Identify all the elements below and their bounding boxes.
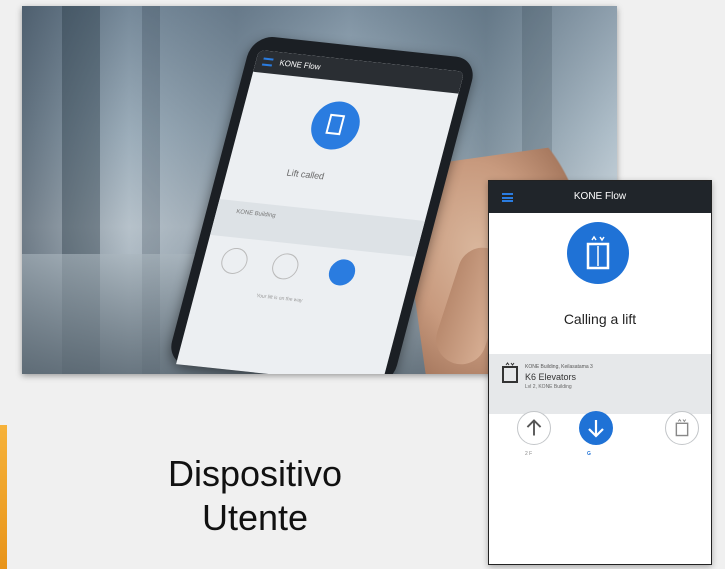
arrow-down-icon bbox=[588, 420, 604, 438]
calling-status-text: Calling a lift bbox=[563, 311, 637, 327]
down-call-button[interactable] bbox=[579, 411, 613, 445]
caption-line-2: Utente bbox=[201, 497, 309, 538]
lift-call-icon bbox=[305, 99, 366, 152]
tilted-hint-text: Your lift is on the way bbox=[255, 293, 304, 304]
up-button-label: 2 F bbox=[525, 451, 533, 457]
tilted-up-button bbox=[218, 246, 251, 276]
phone-screen: KONE Flow Calling a lift KONE Building, … bbox=[488, 180, 712, 565]
tilted-location-band: KONE Building bbox=[210, 199, 425, 257]
building-address: KONE Building, Keilasatama 3 bbox=[525, 364, 593, 370]
caption-line-1: Dispositivo bbox=[167, 453, 343, 494]
menu-icon bbox=[261, 57, 274, 67]
left-accent-bar bbox=[0, 425, 7, 569]
tilted-band-text: KONE Building bbox=[235, 209, 277, 220]
tilted-status-text: Lift called bbox=[285, 167, 326, 182]
tilted-phone-title-bar: KONE Flow bbox=[253, 49, 465, 94]
caption: Dispositivo Utente bbox=[105, 452, 405, 540]
elevator-icon bbox=[586, 235, 610, 270]
up-call-button[interactable] bbox=[517, 411, 551, 445]
tilted-lift-button bbox=[325, 258, 359, 287]
elevator-icon bbox=[675, 418, 689, 437]
elevator-group-name: K6 Elevators bbox=[525, 372, 577, 382]
elevator-group-subtitle: Lvl 2, KONE Building bbox=[525, 384, 572, 390]
tilted-app-title: KONE Flow bbox=[278, 58, 322, 72]
elevator-small-icon bbox=[502, 362, 518, 383]
destination-lift-button[interactable] bbox=[665, 411, 699, 445]
arrow-up-icon bbox=[526, 419, 542, 436]
app-title-bar: KONE Flow bbox=[489, 181, 711, 213]
app-title: KONE Flow bbox=[573, 191, 627, 202]
menu-icon[interactable] bbox=[502, 193, 513, 202]
calling-lift-button[interactable] bbox=[567, 222, 629, 284]
elevator-group-band[interactable]: KONE Building, Keilasatama 3 K6 Elevator… bbox=[489, 354, 711, 414]
tilted-up-button-2 bbox=[269, 252, 302, 281]
down-button-label: G bbox=[587, 451, 591, 457]
